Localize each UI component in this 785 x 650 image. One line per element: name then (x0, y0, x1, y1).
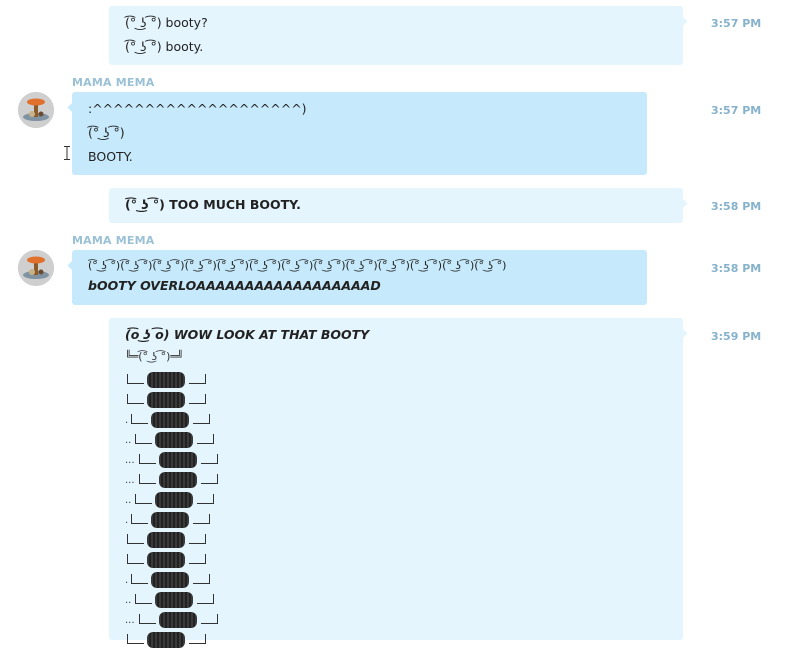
message-line: (͡° ͜ʖ ͡°)(͡° ͜ʖ ͡°)(͡° ͜ʖ ͡°)(͡° ͜ʖ ͡°)… (88, 259, 507, 272)
ladder-row (125, 630, 206, 650)
ladder-row: .. (125, 490, 214, 510)
ladder-row-prefix: .. (125, 595, 132, 606)
sender-name: MAMA MEMA (72, 76, 155, 89)
ladder-body (147, 372, 185, 388)
ladder-rail-left (127, 634, 144, 644)
ladder-body (151, 412, 189, 428)
message-timestamp: 3:58 PM (711, 200, 762, 213)
ladder-rail-right (197, 594, 214, 604)
message-line: (͡o ͜ʖ ͡o) WOW LOOK AT THAT BOOTY (125, 327, 370, 342)
ladder-row-prefix: .. (125, 435, 132, 446)
message-line: (͡° ͜ʖ ͡°) booty? (125, 15, 208, 30)
ladder-rail-right (189, 374, 206, 384)
message-bubble-sent: (͡° ͜ʖ ͡°) TOO MUCH BOOTY. (109, 188, 683, 223)
ladder-row-prefix: ... (125, 475, 135, 486)
ladder-row: ... (125, 470, 218, 490)
ladder-rail-right (189, 634, 206, 644)
ladder-row (125, 370, 206, 390)
ladder-rail-right (189, 534, 206, 544)
sender-name: MAMA MEMA (72, 234, 155, 247)
ladder-row: .. (125, 430, 214, 450)
message-line: (͡° ͜ʖ ͡°) (88, 125, 125, 140)
message-bubble-received: :^^^^^^^^^^^^^^^^^^^^) (͡° ͜ʖ ͡°) BOOTY. (72, 92, 647, 175)
ladder-body (147, 552, 185, 568)
ladder-rail-left (135, 494, 152, 504)
ladder-rail-left (127, 394, 144, 404)
ladder-rail-left (131, 514, 148, 524)
ladder-body (155, 492, 193, 508)
ladder-row (125, 550, 206, 570)
ladder-row-prefix: . (125, 515, 129, 526)
ladder-body (147, 392, 185, 408)
ladder-rail-left (127, 554, 144, 564)
text-cursor-icon (64, 146, 70, 160)
ladder-row: . (125, 510, 210, 530)
ladder-rail-left (139, 614, 156, 624)
message-timestamp: 3:59 PM (711, 330, 762, 343)
ladder-row-prefix: .. (125, 495, 132, 506)
ladder-body (155, 432, 193, 448)
message-timestamp: 3:57 PM (711, 104, 762, 117)
ladder-row-prefix: . (125, 575, 129, 586)
ladder-body (147, 532, 185, 548)
avatar-mama-mema[interactable] (18, 250, 54, 286)
ladder-rail-left (135, 434, 152, 444)
ladder-row-prefix: ... (125, 455, 135, 466)
ladder-row (125, 530, 206, 550)
message-bubble-received: (͡° ͜ʖ ͡°)(͡° ͜ʖ ͡°)(͡° ͜ʖ ͡°)(͡° ͜ʖ ͡°)… (72, 250, 647, 305)
ladder-rail-left (135, 594, 152, 604)
ladder-row-prefix: ... (125, 615, 135, 626)
ladder-rail-left (131, 414, 148, 424)
avatar-image (18, 92, 54, 128)
ladder-rail-right (201, 614, 218, 624)
ladder-body (151, 572, 189, 588)
ladder-row: ... (125, 610, 218, 630)
ladder-rail-left (127, 534, 144, 544)
ladder-rail-left (131, 574, 148, 584)
message-line: :^^^^^^^^^^^^^^^^^^^^) (88, 101, 307, 116)
ladder-body (151, 512, 189, 528)
ladder-row (125, 390, 206, 410)
message-line: bOOTY OVERLOAAAAAAAAAAAAAAAAAAD (88, 278, 381, 293)
ladder-rail-right (193, 514, 210, 524)
ladder-rail-left (139, 454, 156, 464)
avatar-image (18, 250, 54, 286)
message-bubble-sent: (͡° ͜ʖ ͡°) booty? (͡° ͜ʖ ͡°) booty. (109, 6, 683, 65)
ladder-head: ╚═(͡° ͜ʖ ͡°)═╝ (125, 350, 184, 363)
ladder-rail-right (193, 414, 210, 424)
ascii-ladder: ╚═(͡° ͜ʖ ͡°)═╝ .................. (125, 350, 218, 650)
avatar-mama-mema[interactable] (18, 92, 54, 128)
ladder-row: ... (125, 450, 218, 470)
ladder-body (147, 632, 185, 648)
message-line: BOOTY. (88, 149, 133, 164)
ladder-body (159, 452, 197, 468)
message-timestamp: 3:57 PM (711, 17, 762, 30)
ladder-body (159, 472, 197, 488)
ladder-rail-right (197, 434, 214, 444)
ladder-rail-left (127, 374, 144, 384)
ladder-rail-right (197, 494, 214, 504)
ladder-row-prefix: . (125, 415, 129, 426)
ladder-body (155, 592, 193, 608)
message-timestamp: 3:58 PM (711, 262, 762, 275)
ladder-row: .. (125, 590, 214, 610)
ladder-rail-left (139, 474, 156, 484)
ladder-rail-right (201, 454, 218, 464)
ladder-rail-right (189, 554, 206, 564)
ladder-row: . (125, 570, 210, 590)
message-line: (͡° ͜ʖ ͡°) booty. (125, 39, 204, 54)
message-line: (͡° ͜ʖ ͡°) TOO MUCH BOOTY. (125, 197, 301, 212)
ladder-rail-right (193, 574, 210, 584)
ladder-body (159, 612, 197, 628)
ladder-rail-right (201, 474, 218, 484)
ladder-row: . (125, 410, 210, 430)
ladder-rail-right (189, 394, 206, 404)
